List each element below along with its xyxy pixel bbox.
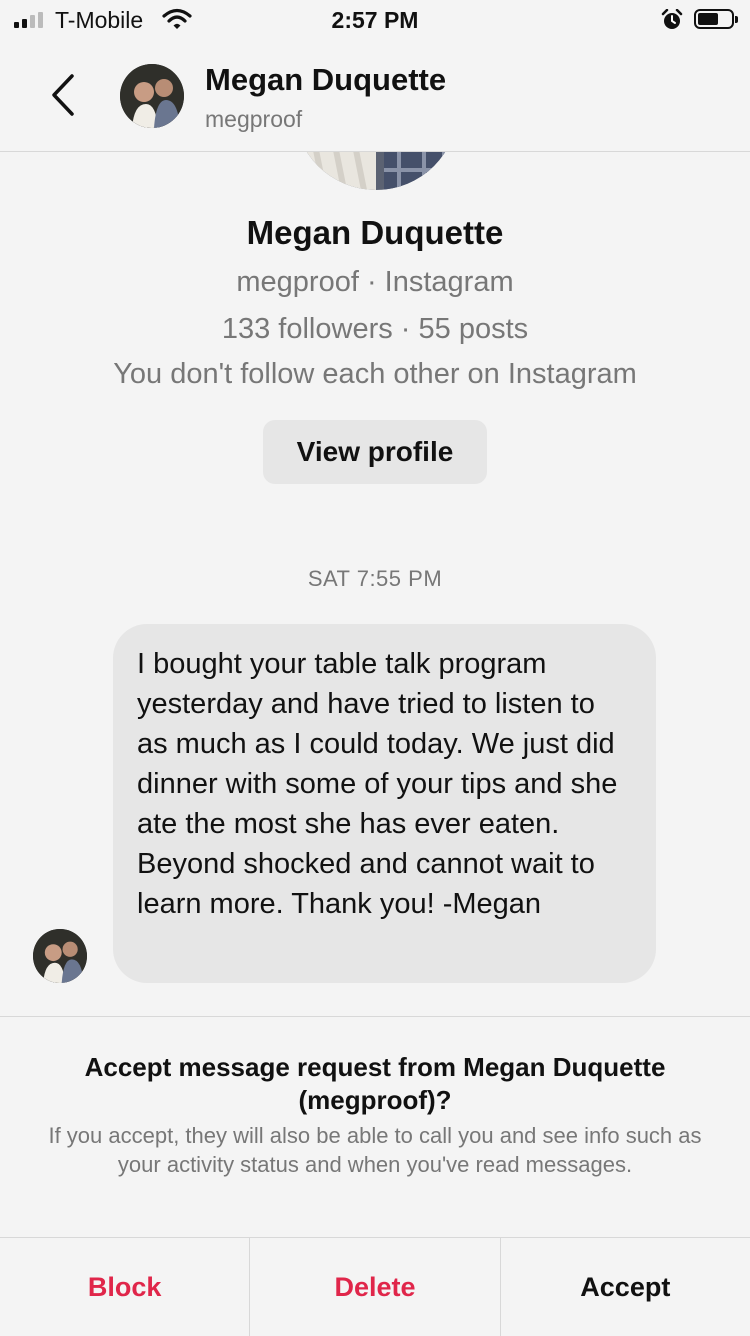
avatar[interactable] <box>120 64 184 128</box>
follow-status: You don't follow each other on Instagram <box>113 358 637 390</box>
request-actions: Block Delete Accept <box>0 1237 750 1336</box>
profile-name: Megan Duquette <box>246 214 504 251</box>
request-description: If you accept, they will also be able to… <box>48 1123 702 1177</box>
delete-button[interactable]: Delete <box>249 1238 499 1336</box>
accept-button[interactable]: Accept <box>499 1238 750 1336</box>
alarm-icon <box>661 9 683 29</box>
message-timestamp: SAT 7:55 PM <box>307 566 443 591</box>
message-bubble[interactable]: I bought your table talk program yesterd… <box>113 624 656 983</box>
header-username: megproof <box>205 106 303 132</box>
request-title: Accept message request from Megan Duquet… <box>84 1052 666 1115</box>
profile-stats: 133 followers · 55 posts <box>221 313 529 345</box>
message-text: I bought your table talk program yesterd… <box>137 648 618 920</box>
header-name[interactable]: Megan Duquette <box>205 62 446 98</box>
back-chevron-icon[interactable] <box>44 70 84 120</box>
status-time: 2:57 PM <box>331 7 419 33</box>
battery-icon <box>694 9 738 29</box>
block-button[interactable]: Block <box>0 1238 249 1336</box>
profile-source: megproof · Instagram <box>236 266 514 298</box>
sender-avatar[interactable] <box>33 929 87 983</box>
view-profile-button[interactable]: View profile <box>263 420 487 484</box>
conversation-header: Megan Duquette megproof <box>0 44 750 152</box>
status-bar: T-Mobile 2:57 PM <box>0 0 750 40</box>
message-request-panel: Accept message request from Megan Duquet… <box>0 1016 750 1336</box>
